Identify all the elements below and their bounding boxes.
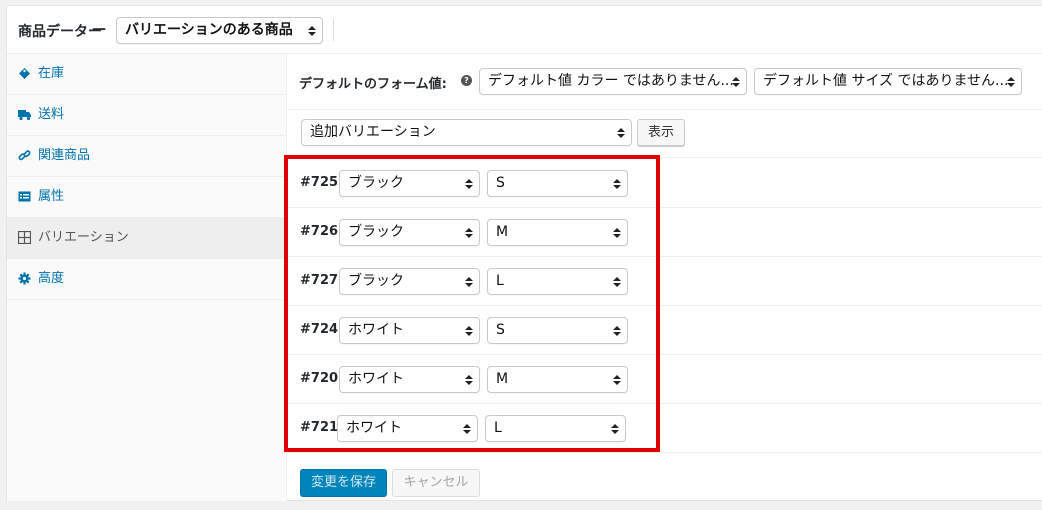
variation-size-value: S <box>496 175 505 191</box>
save-changes-button[interactable]: 変更を保存 <box>300 469 387 497</box>
tab-linked-products-label: 関連商品 <box>38 148 91 163</box>
cancel-button[interactable]: キャンセル <box>392 469 480 497</box>
variation-size-select[interactable]: S <box>487 317 628 344</box>
show-button[interactable]: 表示 <box>637 119 685 146</box>
variation-color-value: ホワイト <box>348 371 404 387</box>
variations-panel: デフォルトのフォーム値: ? デフォルト値 カラー ではありません... デフォ… <box>288 54 1042 501</box>
default-color-value: デフォルト値 カラー ではありません... <box>488 73 734 89</box>
tab-variations-label: バリエーション <box>38 230 129 245</box>
variation-row: #724 ホワイト S <box>288 306 1042 355</box>
select-arrows-icon <box>731 69 741 94</box>
truck-icon <box>18 108 31 121</box>
select-arrows-icon <box>1006 69 1016 94</box>
header-divider <box>333 19 334 41</box>
tag-icon <box>18 67 31 80</box>
select-arrows-icon <box>307 18 317 43</box>
variation-color-select[interactable]: ホワイト <box>339 366 480 393</box>
variation-color-select[interactable]: ブラック <box>339 170 480 197</box>
panel-header: 商品データー — バリエーションのある商品 <box>7 6 1042 54</box>
variation-color-value: ブラック <box>348 224 404 240</box>
default-size-select[interactable]: デフォルト値 サイズ ではありません... <box>754 68 1022 95</box>
variation-id: #724 <box>300 322 339 337</box>
title-dash: — <box>92 21 106 37</box>
tab-attributes[interactable]: 属性 <box>7 177 286 218</box>
variation-row: #725 ブラック S <box>288 159 1042 208</box>
tab-attributes-label: 属性 <box>38 189 65 204</box>
variation-color-value: ホワイト <box>348 322 404 338</box>
variation-color-value: ブラック <box>348 175 404 191</box>
select-arrows-icon <box>616 120 626 145</box>
tab-variations[interactable]: バリエーション <box>7 218 286 259</box>
add-variation-value: 追加バリエーション <box>310 124 436 140</box>
tab-advanced[interactable]: 高度 <box>7 259 286 300</box>
tab-shipping-label: 送料 <box>38 107 65 122</box>
tab-linked-products[interactable]: 関連商品 <box>7 136 286 177</box>
product-type-value: バリエーションのある商品 <box>125 22 293 38</box>
tab-inventory-label: 在庫 <box>38 66 65 81</box>
link-icon <box>18 149 31 162</box>
variation-id: #727 <box>300 273 339 288</box>
variation-size-select[interactable]: L <box>485 415 626 442</box>
select-arrows-icon <box>612 171 622 196</box>
select-arrows-icon <box>464 171 474 196</box>
variation-color-select[interactable]: ホワイト <box>339 317 480 344</box>
select-arrows-icon <box>464 367 474 392</box>
select-arrows-icon <box>612 220 622 245</box>
tab-advanced-label: 高度 <box>38 271 65 286</box>
panel-title: 商品データー <box>18 24 102 40</box>
grid-icon <box>18 231 31 244</box>
variation-size-select[interactable]: S <box>487 170 628 197</box>
variation-size-value: S <box>496 322 505 338</box>
variation-id: #726 <box>300 224 339 239</box>
variation-color-select[interactable]: ブラック <box>339 219 480 246</box>
variation-row: #726 ブラック M <box>288 208 1042 257</box>
default-values-label: デフォルトのフォーム値: <box>299 77 447 92</box>
variation-size-value: M <box>496 224 509 240</box>
tab-shipping[interactable]: 送料 <box>7 95 286 136</box>
add-variation-row: 追加バリエーション 表示 <box>288 111 1042 158</box>
select-arrows-icon <box>464 318 474 343</box>
select-arrows-icon <box>464 220 474 245</box>
form-actions: 変更を保存 キャンセル <box>288 459 1042 501</box>
variation-color-select[interactable]: ブラック <box>339 268 480 295</box>
variation-row: #727 ブラック L <box>288 257 1042 306</box>
variation-size-value: M <box>496 371 509 387</box>
variation-size-value: L <box>496 273 504 289</box>
default-color-select[interactable]: デフォルト値 カラー ではありません... <box>479 68 747 95</box>
variation-size-select[interactable]: M <box>487 219 628 246</box>
list-icon <box>18 190 31 203</box>
tab-inventory[interactable]: 在庫 <box>7 54 286 95</box>
select-arrows-icon <box>612 318 622 343</box>
variation-size-value: L <box>494 420 502 436</box>
select-arrows-icon <box>612 269 622 294</box>
variation-color-value: ブラック <box>348 273 404 289</box>
variation-size-select[interactable]: L <box>487 268 628 295</box>
select-arrows-icon <box>612 367 622 392</box>
variation-size-select[interactable]: M <box>487 366 628 393</box>
product-data-panel: 商品データー — バリエーションのある商品 在庫 送料 関連商品 属性 バリエー… <box>6 5 1042 501</box>
default-form-values: デフォルトのフォーム値: ? デフォルト値 カラー ではありません... デフォ… <box>288 54 1042 110</box>
product-type-select[interactable]: バリエーションのある商品 <box>116 17 323 44</box>
select-arrows-icon <box>462 416 472 441</box>
variation-row: #720 ホワイト M <box>288 355 1042 404</box>
add-variation-select[interactable]: 追加バリエーション <box>301 119 632 146</box>
variation-color-select[interactable]: ホワイト <box>337 415 478 442</box>
variation-row: #721 ホワイト L <box>288 404 1042 453</box>
variation-id: #720 <box>300 371 339 386</box>
product-data-tabs: 在庫 送料 関連商品 属性 バリエーション 高度 <box>7 54 287 501</box>
select-arrows-icon <box>610 416 620 441</box>
variation-id: #725 <box>300 175 339 190</box>
default-size-value: デフォルト値 サイズ ではありません... <box>763 73 1009 89</box>
variation-color-value: ホワイト <box>346 420 402 436</box>
select-arrows-icon <box>464 269 474 294</box>
help-icon[interactable]: ? <box>461 75 472 86</box>
variation-id: #721 <box>300 420 339 435</box>
gear-icon <box>18 272 31 285</box>
